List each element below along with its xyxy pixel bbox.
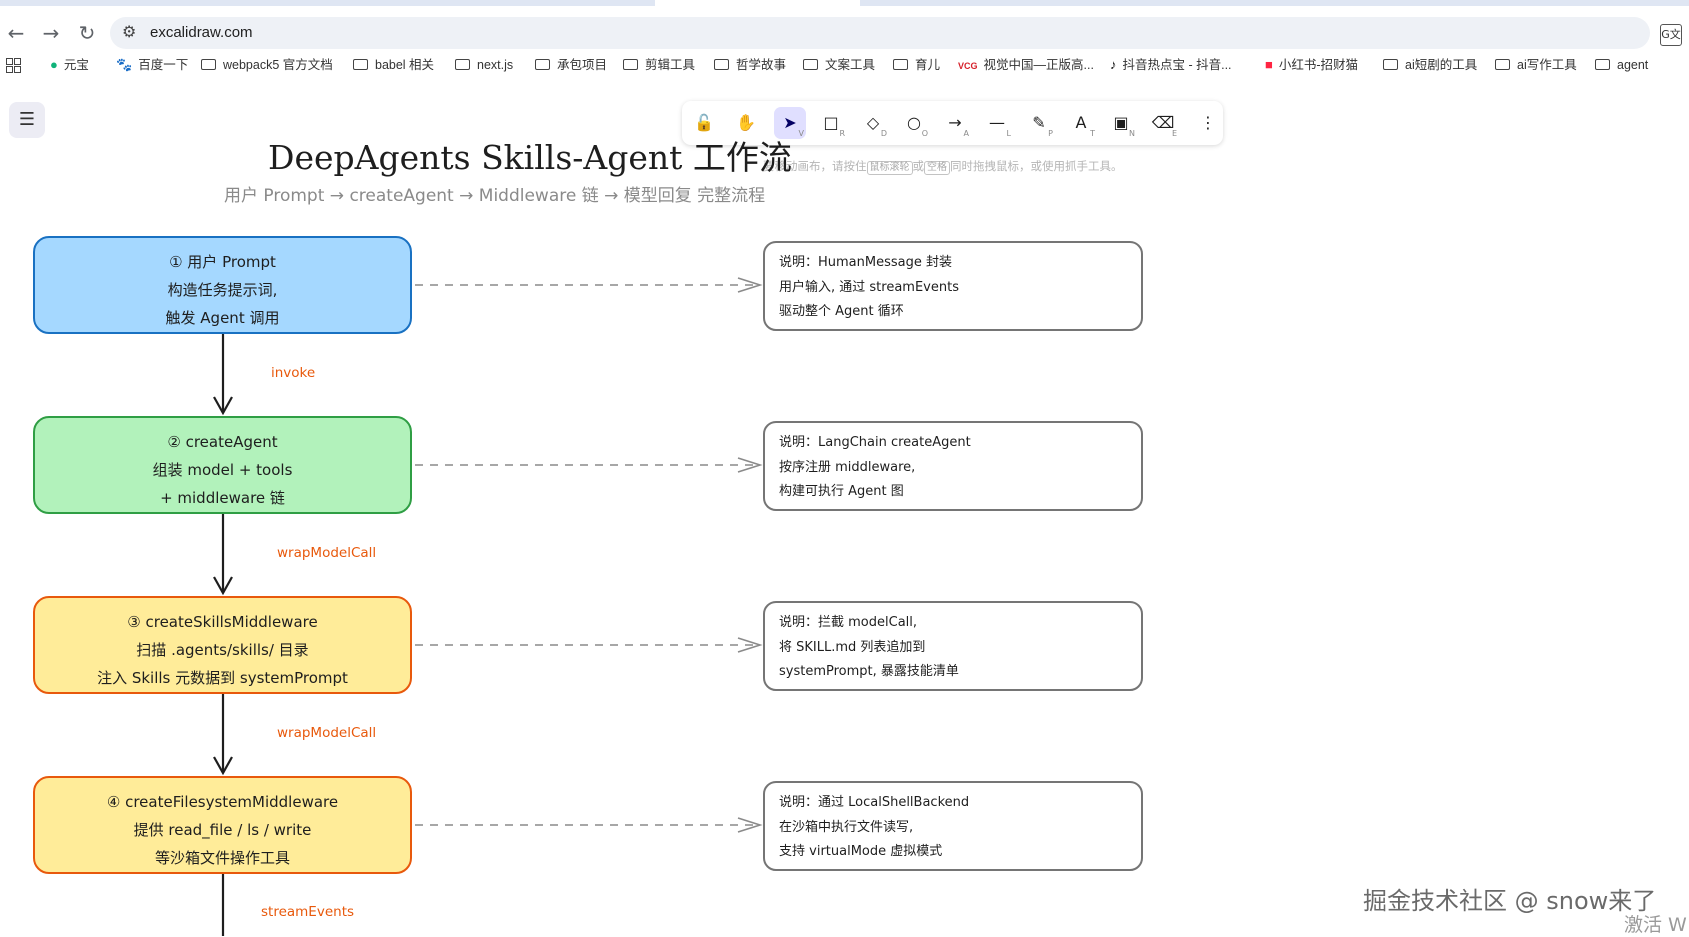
step-text-line: ① 用户 Prompt [169,253,276,271]
activate-windows-text: 激活 W [1624,914,1687,936]
note-text-line: 说明：拦截 modelCall, [779,615,918,630]
note-text-line: 将 SKILL.md 列表追加到 [779,639,926,655]
step-text-line: 扫描 .agents/skills/ 目录 [136,641,309,659]
diagram-title[interactable]: DeepAgents Skills-Agent 工作流 [268,131,792,179]
note-text-line: 按序注册 middleware, [779,459,916,475]
note-text-line: 支持 virtualMode 虚拟模式 [779,844,943,859]
watermark-text: 掘金技术社区 @ snow来了 [1363,887,1657,915]
note-text-line: 说明：HumanMessage 封装 [779,255,952,270]
step-text-line: 组装 model + tools [152,461,293,479]
step-box-3[interactable]: ③ createSkillsMiddleware 扫描 .agents/skill… [33,596,412,694]
step-text-line: 提供 read_file / ls / write [133,821,312,839]
note-box-3[interactable]: 说明：拦截 modelCall, 将 SKILL.md 列表追加到 systemPr… [763,601,1143,691]
note-text-line: 说明：LangChain createAgent [779,435,971,450]
edge-label-wrapModelCall[interactable]: wrapModelCall [277,545,376,561]
note-text-line: 用户输入, 通过 streamEvents [779,279,959,295]
step-text-line: 触发 Agent 调用 [165,309,280,327]
note-text-line: 在沙箱中执行文件读写, [779,819,914,835]
step-text-line: ③ createSkillsMiddleware [127,613,318,631]
edge-label-streamEvents[interactable]: streamEvents [261,904,354,920]
step-text-line: ④ createFilesystemMiddleware [106,793,339,811]
note-text-line: 构建可执行 Agent 图 [779,484,904,499]
step-text-line: 构造任务提示词, [167,281,278,299]
edge-label-invoke[interactable]: invoke [271,365,315,381]
step-box-1[interactable]: ① 用户 Prompt 构造任务提示词, 触发 Agent 调用 [33,236,412,334]
step-box-2[interactable]: ② createAgent 组装 model + tools + middlewar… [33,416,412,514]
note-text-line: 说明：通过 LocalShellBackend [779,795,970,810]
note-text-line: systemPrompt, 暴露技能清单 [779,664,959,679]
note-box-2[interactable]: 说明：LangChain createAgent 按序注册 middleware,… [763,421,1143,511]
step-text-line: + middleware 链 [160,489,285,507]
note-box-4[interactable]: 说明：通过 LocalShellBackend 在沙箱中执行文件读写, 支持 vir… [763,781,1143,871]
note-text-line: 驱动整个 Agent 循环 [779,304,904,319]
edge-label-wrapModelCall[interactable]: wrapModelCall [277,725,376,741]
step-text-line: 注入 Skills 元数据到 systemPrompt [97,669,348,687]
step-box-4[interactable]: ④ createFilesystemMiddleware 提供 read_file… [33,776,412,874]
step-text-line: 等沙箱文件操作工具 [154,849,290,867]
step-text-line: ② createAgent [167,433,278,451]
diagram-subtitle[interactable]: 用户 Prompt → createAgent → Middleware 链 →… [224,181,765,206]
note-box-1[interactable]: 说明：HumanMessage 封装 用户输入, 通过 streamEvents 驱… [763,241,1143,331]
